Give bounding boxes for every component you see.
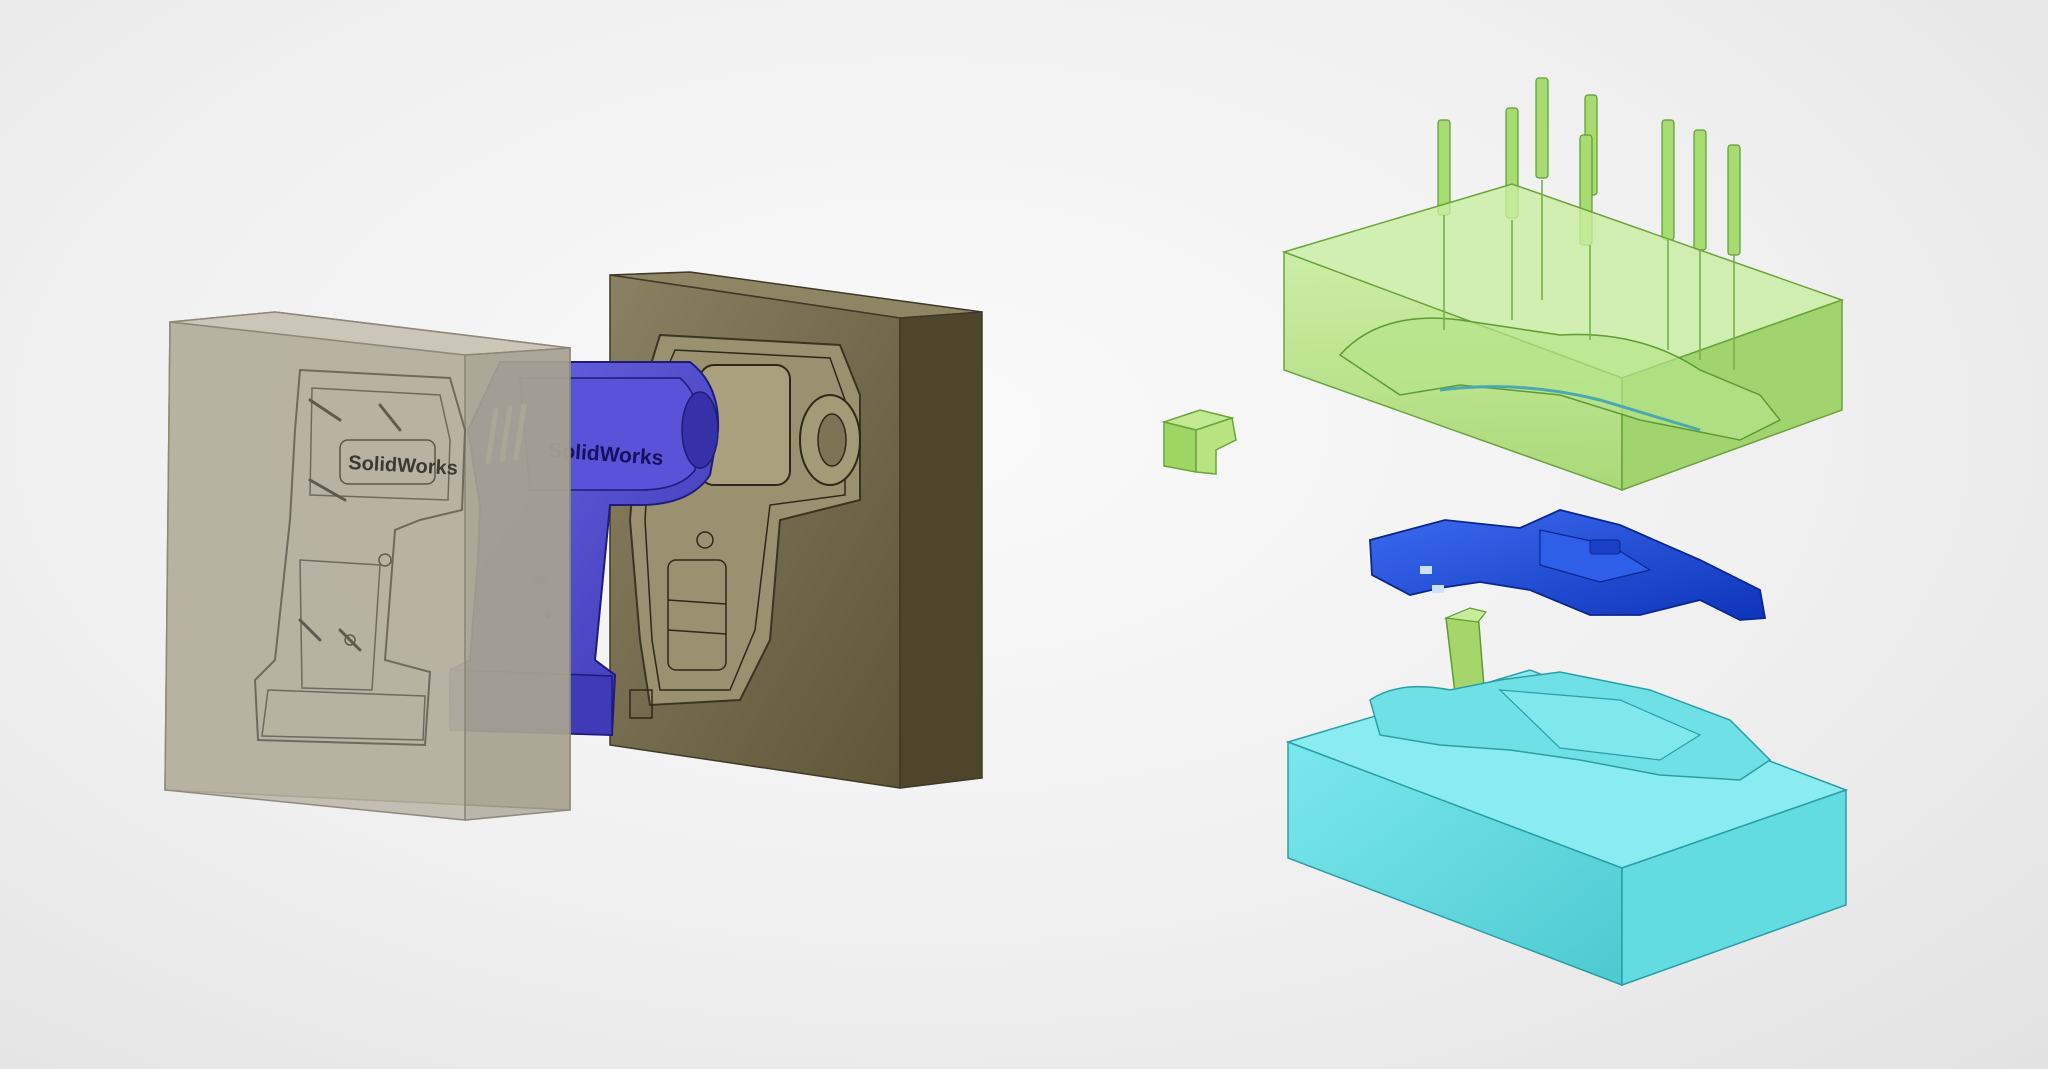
molded-part [1369,509,1767,621]
cad-viewport: SolidWorks SolidWorks [164,77,1849,987]
core-block [1281,180,1845,492]
left-mold-half: SolidWorks [164,311,571,821]
side-action-block [1161,409,1237,475]
right-mold-half [609,271,983,789]
cavity-block [1285,669,1849,987]
exploded-mold-assembly [1161,77,1849,987]
left-mold-assembly: SolidWorks SolidWorks [164,271,983,821]
